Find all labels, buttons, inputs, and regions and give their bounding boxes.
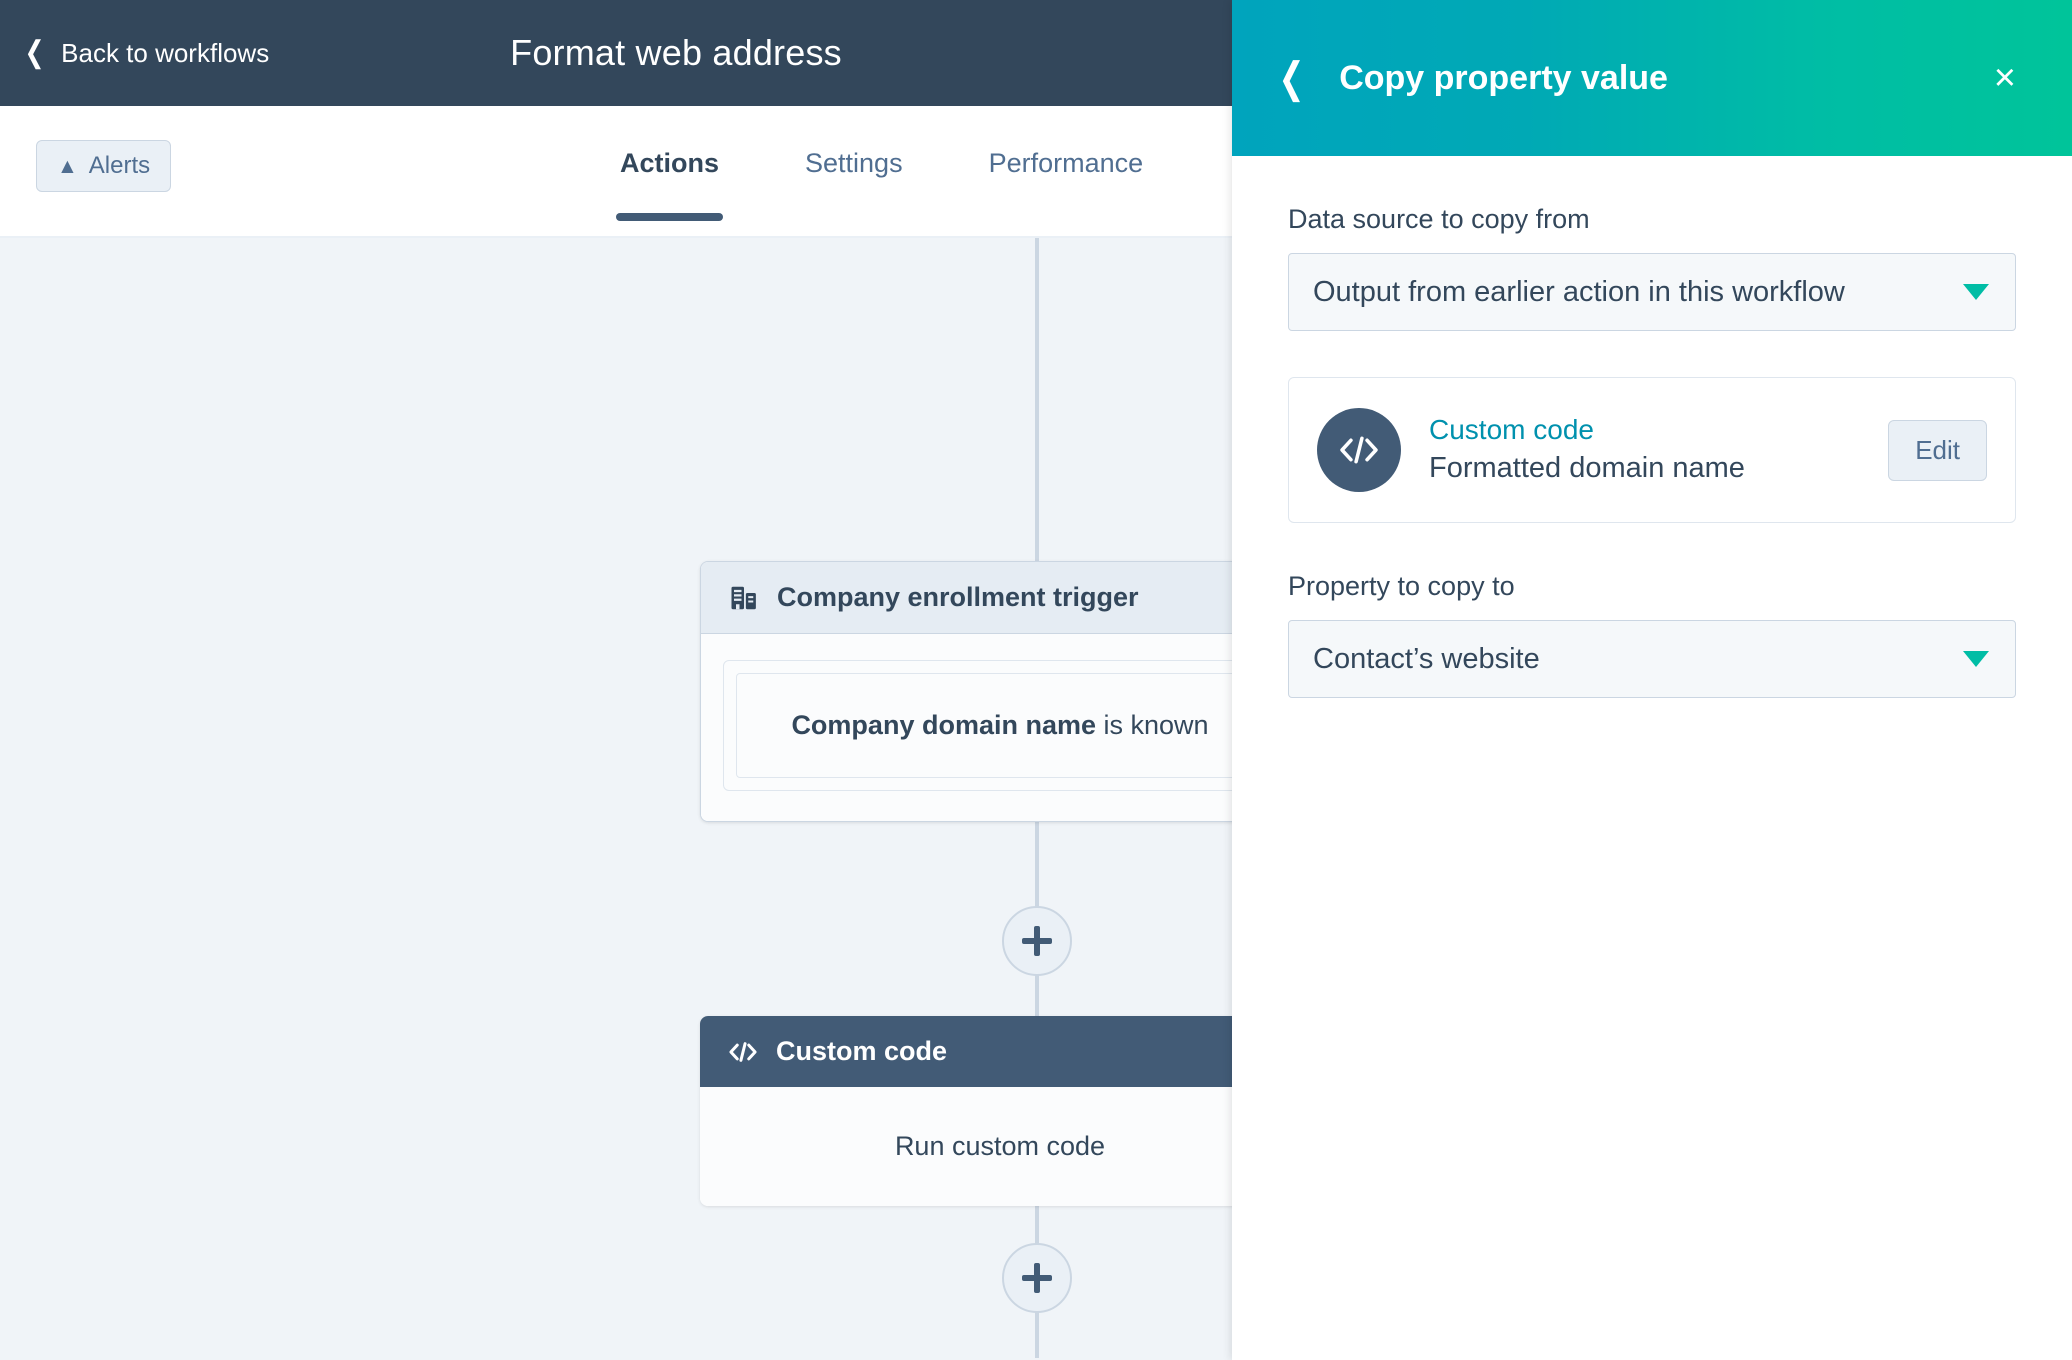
tab-settings[interactable]: Settings [801,142,907,221]
source-action-card: Custom code Formatted domain name Edit [1288,377,2016,523]
filter-property-name: Company domain name [791,710,1096,740]
property-to-copy-to-label: Property to copy to [1288,571,1515,601]
company-building-icon [729,583,759,613]
filter-group[interactable]: Company domain name is known [723,660,1232,791]
tab-actions[interactable]: Actions [616,142,724,221]
tab-bar: ▲ Alerts Actions Settings Performance [0,106,1232,238]
enrollment-trigger-body: Company domain name is known [701,634,1232,821]
add-action-button-1[interactable] [1002,906,1072,976]
enrollment-trigger-node[interactable]: Company enrollment trigger Company domai… [700,561,1232,822]
panel-body: Data source to copy from Output from ear… [1232,156,2072,698]
custom-code-node-title: Custom code [776,1036,948,1066]
tab-actions-label: Actions [620,148,720,178]
alerts-button-label: Alerts [88,152,151,179]
enrollment-trigger-title: Company enrollment trigger [777,582,1139,612]
data-source-select-value: Output from earlier action in this workf… [1313,275,1845,308]
edit-button[interactable]: Edit [1888,419,1987,481]
panel-title: Copy property value [1339,58,1668,97]
tab-performance[interactable]: Performance [985,142,1148,221]
main-content-area: ❮ Back to workflows Format web address ▲… [0,0,1232,1360]
code-brackets-icon [1317,408,1401,492]
code-brackets-icon [728,1039,758,1065]
tab-list: Actions Settings Performance [616,142,1147,221]
custom-code-node-header: Custom code [700,1016,1232,1087]
filter-criterion[interactable]: Company domain name is known [736,673,1232,778]
source-action-link[interactable]: Custom code [1429,412,1860,448]
workflow-editor-screen: ❮ Back to workflows Format web address ▲… [0,0,2072,1360]
chevron-down-icon [1963,651,1989,667]
property-to-copy-to-select[interactable]: Contact’s website [1288,620,2016,698]
source-action-text: Custom code Formatted domain name [1429,412,1860,488]
custom-code-node[interactable]: Custom code Run custom code [700,1016,1232,1206]
source-action-subtitle: Formatted domain name [1429,451,1745,484]
top-navigation-bar: ❮ Back to workflows Format web address [0,0,1232,106]
back-to-workflows-label: Back to workflows [61,37,270,68]
panel-back-icon[interactable]: ❮ [1278,57,1304,99]
tab-settings-label: Settings [805,148,903,178]
data-source-label: Data source to copy from [1288,204,1590,234]
custom-code-node-body: Run custom code [700,1087,1232,1206]
tab-performance-label: Performance [988,148,1144,178]
action-config-panel: ❮ Copy property value × Data source to c… [1232,0,2072,1360]
chevron-down-icon [1963,284,1989,300]
alerts-button[interactable]: ▲ Alerts [36,140,172,192]
warning-triangle-icon: ▲ [57,154,78,178]
close-x-icon[interactable]: × [1994,59,2016,97]
panel-header: ❮ Copy property value × [1232,0,2072,156]
enrollment-trigger-header: Company enrollment trigger [701,562,1232,634]
add-action-button-2[interactable] [1002,1243,1072,1313]
data-source-select[interactable]: Output from earlier action in this workf… [1288,253,2016,331]
property-to-copy-to-value: Contact’s website [1313,642,1540,675]
workflow-canvas[interactable]: Company enrollment trigger Company domai… [0,238,1232,1358]
back-to-workflows-link[interactable]: ❮ Back to workflows [22,36,270,69]
filter-condition: is known [1103,710,1209,740]
chevron-left-icon: ❮ [24,36,45,69]
